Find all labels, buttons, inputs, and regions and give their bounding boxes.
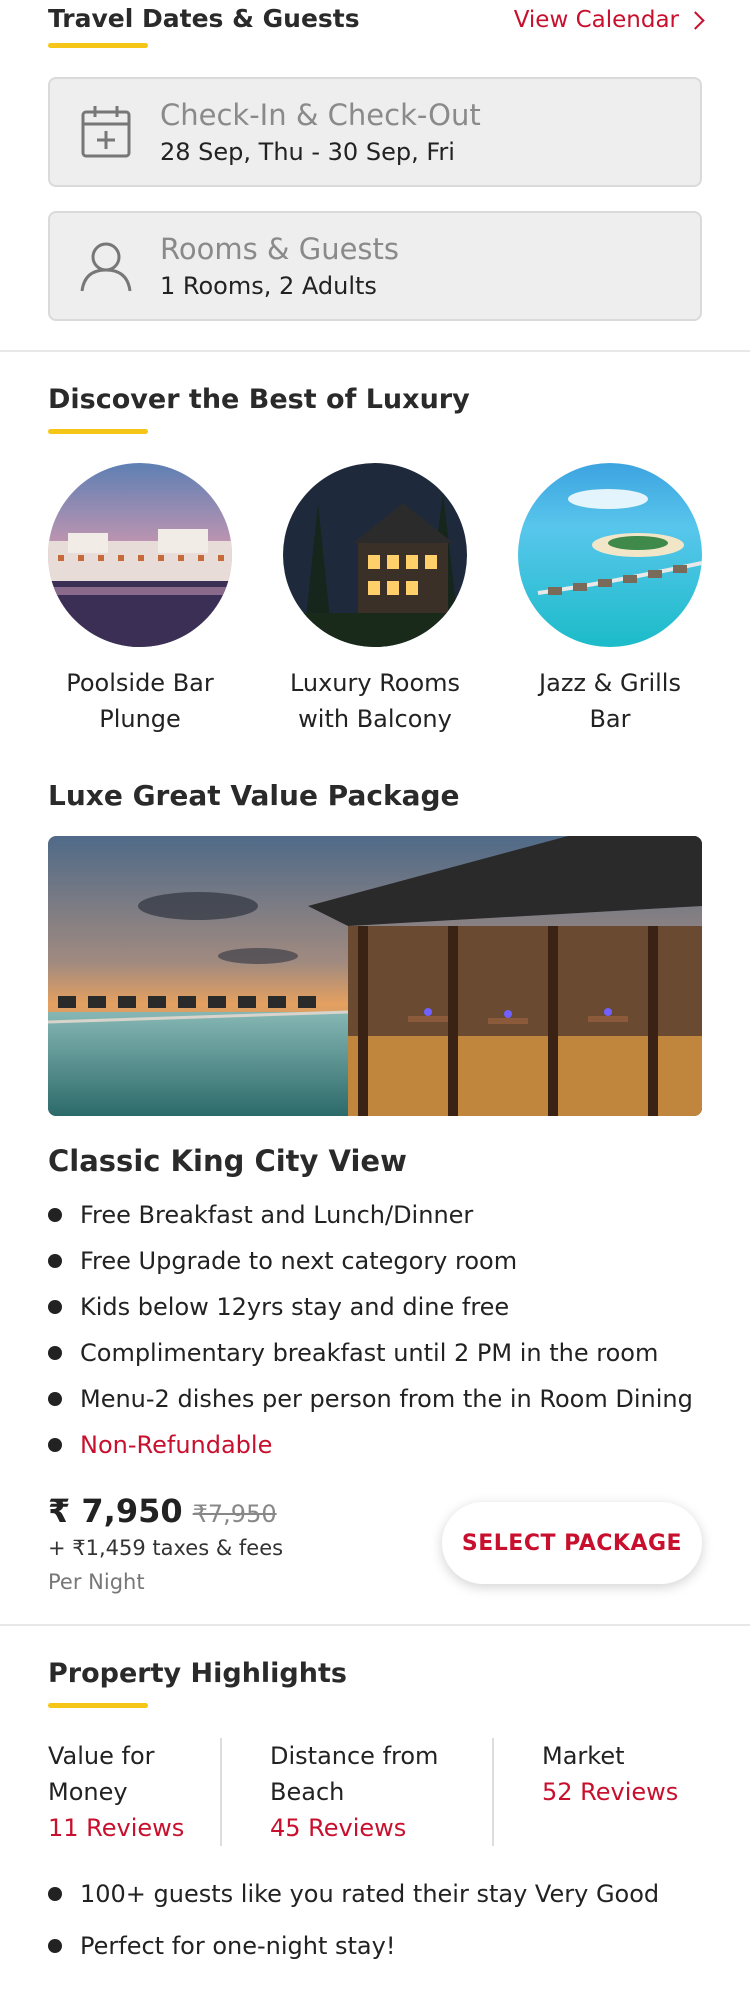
highlight-reviews: 45 Reviews [270,1814,407,1842]
old-price: ₹7,950 [192,1500,277,1528]
highlights-title: Property Highlights [48,1658,347,1689]
jazz-grills-image [518,463,702,647]
label-line: Plunge [99,705,181,733]
discover-item-label: Jazz & Grills Bar [539,665,681,737]
highlight-bullet-text: 100+ guests like you rated their stay Ve… [80,1880,660,1908]
package-section: Luxe Great Value Package Classic King Ci… [0,737,750,1594]
discover-item-jazz-grills[interactable]: Jazz & Grills Bar [507,463,713,737]
feature-item: Free Breakfast and Lunch/Dinner [48,1192,702,1238]
travel-title: Travel Dates & Guests [48,4,360,33]
view-calendar-link[interactable]: View Calendar [513,7,705,33]
travel-header: Travel Dates & Guests View Calendar [48,4,705,48]
highlight-reviews: 11 Reviews [48,1814,185,1842]
bullet [48,1300,62,1314]
discover-item-poolside-bar[interactable]: Poolside Bar Plunge [37,463,243,737]
highlight-label: Market [542,1742,625,1770]
travel-section: Travel Dates & Guests View Calendar Chec… [0,0,750,321]
package-image [48,836,702,1116]
rooms-value: 1 Rooms, 2 Adults [160,272,377,300]
title-underline [48,43,148,48]
taxes-fees: + ₹1,459 taxes & fees [48,1536,284,1560]
discover-item-label: Poolside Bar Plunge [66,665,214,737]
bullet [48,1346,62,1360]
discover-item-luxury-rooms[interactable]: Luxury Rooms with Balcony [272,463,478,737]
label-line: with Balcony [298,705,452,733]
feature-text: Complimentary breakfast until 2 PM in th… [80,1339,659,1367]
highlight-value-for-money[interactable]: Value for Money 11 Reviews [48,1738,220,1846]
highlight-distance-beach[interactable]: Distance from Beach 45 Reviews [222,1738,492,1846]
highlight-label: Distance from [270,1742,439,1770]
highlight-label: Money [48,1778,128,1806]
per-night: Per Night [48,1570,145,1594]
bullet [48,1208,62,1222]
discover-item-label: Luxury Rooms with Balcony [290,665,460,737]
highlight-bullet-item: Perfect for one-night stay! [48,1920,702,1972]
feature-text: Menu-2 dishes per person from the in Roo… [80,1385,693,1413]
checkin-checkout-field[interactable]: Check-In & Check-Out 28 Sep, Thu - 30 Se… [48,77,702,187]
discover-section: Discover the Best of Luxury Poolside Bar… [0,352,750,737]
highlight-bullets: 100+ guests like you rated their stay Ve… [48,1868,702,1972]
label-line: Jazz & Grills [539,669,681,697]
package-title: Luxe Great Value Package [48,779,460,812]
non-refundable-item: Non-Refundable [48,1422,702,1468]
calendar-plus-icon [78,104,134,160]
price-line: ₹ 7,950 ₹7,950 [48,1492,283,1530]
select-package-button[interactable]: SELECT PACKAGE [442,1502,702,1584]
highlight-bullet-text: Perfect for one-night stay! [80,1932,396,1960]
bullet [48,1392,62,1406]
view-calendar-label: View Calendar [513,7,679,33]
chevron-right-icon [686,10,705,30]
feature-item: Menu-2 dishes per person from the in Roo… [48,1376,702,1422]
poolside-bar-image [48,463,232,647]
title-underline [48,429,148,434]
checkin-value: 28 Sep, Thu - 30 Sep, Fri [160,138,455,166]
highlight-bullet-item: 100+ guests like you rated their stay Ve… [48,1868,702,1920]
bullet [48,1939,62,1953]
title-underline [48,1703,148,1708]
bullet [48,1887,62,1901]
highlights-row: Value for Money 11 Reviews Distance from… [48,1738,702,1846]
feature-item: Free Upgrade to next category room [48,1238,702,1284]
feature-text: Kids below 12yrs stay and dine free [80,1293,510,1321]
price-row: ₹ 7,950 ₹7,950 + ₹1,459 taxes & fees Per … [48,1492,702,1594]
highlight-reviews: 52 Reviews [542,1778,679,1806]
user-icon [78,238,134,294]
bullet [48,1254,62,1268]
current-price: ₹ 7,950 [48,1492,183,1530]
feature-text: Free Breakfast and Lunch/Dinner [80,1201,474,1229]
feature-item: Kids below 12yrs stay and dine free [48,1284,702,1330]
feature-item: Complimentary breakfast until 2 PM in th… [48,1330,702,1376]
label-line: Luxury Rooms [289,669,461,697]
feature-text: Free Upgrade to next category room [80,1247,518,1275]
highlight-label: Beach [270,1778,345,1806]
price-block: ₹ 7,950 ₹7,950 + ₹1,459 taxes & fees Per … [48,1492,283,1594]
feature-list: Free Breakfast and Lunch/Dinner Free Upg… [48,1192,702,1468]
highlights-section: Property Highlights Value for Money 11 R… [0,1626,750,1972]
room-title: Classic King City View [48,1144,407,1178]
discover-title: Discover the Best of Luxury [48,384,470,415]
rooms-label: Rooms & Guests [160,232,400,266]
discover-row: Poolside Bar Plunge Luxury Rooms with Ba… [37,463,713,737]
bullet [48,1438,62,1452]
highlight-market[interactable]: Market 52 Reviews [494,1738,678,1846]
highlight-label: Value for [48,1742,155,1770]
checkin-label: Check-In & Check-Out [160,98,481,132]
luxury-rooms-image [283,463,467,647]
label-line: Poolside Bar [66,669,214,697]
feature-text: Non-Refundable [80,1431,273,1459]
rooms-guests-field[interactable]: Rooms & Guests 1 Rooms, 2 Adults [48,211,702,321]
label-line: Bar [589,705,631,733]
